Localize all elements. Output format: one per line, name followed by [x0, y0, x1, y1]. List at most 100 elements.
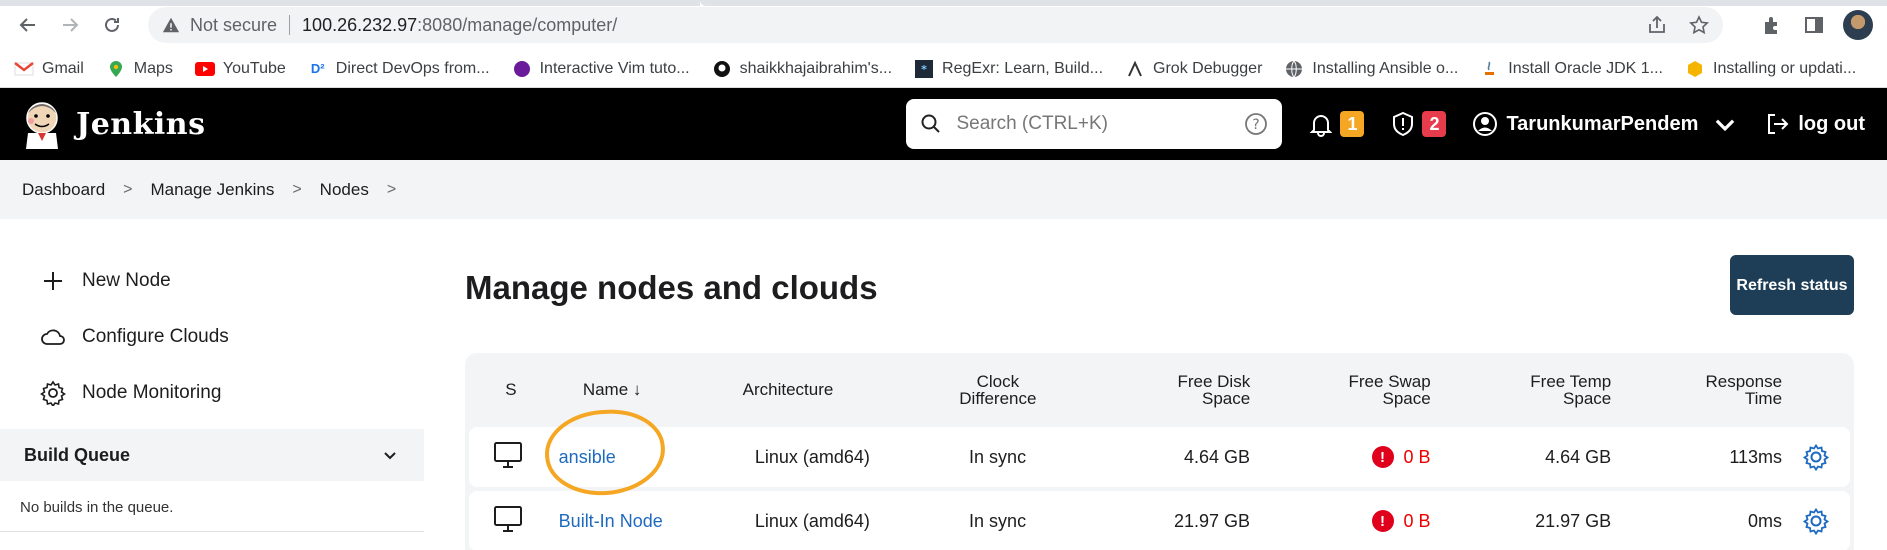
bookmark-item[interactable]: Installing Ansible o...	[1284, 60, 1458, 78]
bookmark-item[interactable]: YouTube	[194, 59, 286, 78]
side-panel-icon[interactable]	[1803, 14, 1825, 36]
browser-toolbar: Not secure 100.26.232.97:8080/manage/com…	[0, 0, 1887, 50]
col-clock-line1: Clock	[976, 372, 1020, 391]
breadcrumb-manage-jenkins[interactable]: Manage Jenkins	[151, 180, 275, 200]
jenkins-title: Jenkins	[76, 106, 206, 142]
browser-profile-avatar[interactable]	[1843, 10, 1873, 40]
help-icon[interactable]: ?	[1244, 112, 1268, 136]
search-box[interactable]: ?	[906, 99, 1283, 149]
col-name[interactable]: Name ↓	[547, 380, 721, 400]
bookmark-label: Installing or updati...	[1713, 59, 1857, 77]
bookmark-item[interactable]: Gmail	[14, 60, 84, 78]
java-icon	[1480, 60, 1500, 78]
notifications-button[interactable]: 1	[1308, 111, 1365, 137]
computer-icon	[493, 441, 522, 468]
address-bar[interactable]: Not secure 100.26.232.97:8080/manage/com…	[148, 7, 1723, 43]
plus-icon	[44, 272, 62, 290]
bookmark-label: shaikkhajaibrahim's...	[739, 59, 893, 77]
node-architecture: Linux (amd64)	[754, 510, 870, 531]
col-architecture[interactable]: Architecture	[721, 380, 901, 400]
node-free-disk: 4.64 GB	[1183, 446, 1250, 467]
extensions-icon[interactable]	[1761, 14, 1783, 36]
col-free-temp[interactable]: Free Temp Space	[1431, 372, 1612, 407]
bookmark-label: Install Oracle JDK 1...	[1508, 59, 1663, 77]
col-clock-difference[interactable]: Clock Difference	[901, 373, 1095, 407]
new-node-label: New Node	[82, 270, 171, 291]
col-resp-line1: Response	[1705, 372, 1783, 391]
node-monitoring-link[interactable]: Node Monitoring	[0, 365, 424, 421]
grok-icon	[1125, 60, 1145, 78]
bookmark-item[interactable]: Installing or updati...	[1685, 60, 1856, 78]
aws-icon	[1685, 60, 1705, 78]
node-free-swap-cell: ! 0 B	[1250, 510, 1431, 533]
divider	[0, 531, 424, 532]
bookmark-item[interactable]: Install Oracle JDK 1...	[1480, 60, 1663, 78]
chevron-down-icon[interactable]	[382, 447, 398, 463]
bookmark-item[interactable]: Interactive Vim tuto...	[512, 60, 690, 78]
node-free-swap: ! 0 B	[1371, 446, 1431, 469]
search-input[interactable]	[956, 113, 1245, 135]
nodes-table: S Name ↓ Architecture Clock Difference Fr…	[465, 353, 1854, 550]
node-response-time: 0ms	[1748, 510, 1783, 531]
cloud-icon	[41, 329, 65, 345]
bookmark-item[interactable]: * RegExr: Learn, Build...	[914, 59, 1103, 78]
security-button[interactable]: 2	[1390, 111, 1447, 137]
error-icon: !	[1371, 446, 1394, 469]
col-status[interactable]: S	[469, 380, 547, 400]
notifications-badge: 1	[1340, 111, 1365, 137]
not-secure-label: Not secure	[190, 14, 278, 35]
col-free-disk[interactable]: Free Disk Space	[1095, 373, 1250, 407]
configure-clouds-link[interactable]: Configure Clouds	[0, 309, 424, 365]
col-response-time[interactable]: Response Time	[1611, 373, 1782, 407]
bookmark-label: Direct DevOps from...	[335, 59, 490, 77]
node-status-cell	[469, 440, 547, 475]
col-name-label: Name	[582, 380, 629, 399]
bookmark-star-icon[interactable]	[1689, 15, 1709, 35]
bookmark-label: Maps	[133, 59, 173, 77]
col-free-swap[interactable]: Free Swap Space	[1250, 373, 1431, 407]
github-icon	[712, 60, 732, 78]
user-icon	[1473, 112, 1498, 136]
col-temp-line1: Free Temp	[1530, 372, 1612, 391]
bookmark-label: Interactive Vim tuto...	[539, 59, 690, 77]
bookmarks-bar: Gmail Maps YouTube D² Direct DevOps from... I…	[0, 50, 1887, 88]
new-node-link[interactable]: New Node	[0, 253, 424, 309]
build-queue-header[interactable]: Build Queue	[0, 429, 424, 481]
user-menu[interactable]: TarunkumarPendem	[1472, 111, 1738, 137]
back-button[interactable]	[14, 11, 42, 39]
url-host: 100.26.232.97	[302, 14, 418, 35]
build-queue-title: Build Queue	[24, 444, 131, 465]
bookmark-item[interactable]: Grok Debugger	[1125, 60, 1262, 78]
forward-button[interactable]	[56, 11, 84, 39]
node-config-button[interactable]	[1782, 443, 1850, 471]
node-clock-difference: In sync	[969, 510, 1027, 531]
refresh-status-button[interactable]: Refresh status	[1730, 255, 1854, 315]
breadcrumb-dashboard[interactable]: Dashboard	[22, 180, 105, 200]
reload-button[interactable]	[98, 11, 126, 39]
svg-text:*: *	[921, 63, 927, 76]
search-icon	[921, 114, 941, 133]
node-monitoring-label: Node Monitoring	[82, 382, 222, 403]
devops-icon: D²	[310, 61, 325, 76]
bookmark-item[interactable]: Maps	[106, 60, 173, 78]
breadcrumb-nodes[interactable]: Nodes	[320, 180, 369, 200]
bookmark-item[interactable]: D² Direct DevOps from...	[308, 60, 490, 78]
logout-button[interactable]: log out	[1764, 111, 1865, 137]
node-name-link[interactable]: Built-In Node	[547, 512, 720, 530]
computer-icon	[493, 505, 522, 532]
bookmark-label: YouTube	[222, 59, 286, 77]
forward-arrow-icon	[63, 18, 79, 32]
gmail-icon	[14, 60, 34, 78]
youtube-icon	[194, 60, 215, 78]
node-response-time: 113ms	[1729, 446, 1783, 467]
bookmark-item[interactable]: shaikkhajaibrahim's...	[712, 60, 892, 78]
share-icon[interactable]	[1647, 15, 1667, 35]
page-title: Manage nodes and clouds	[465, 269, 878, 306]
node-config-button[interactable]	[1782, 507, 1850, 535]
breadcrumb-separator[interactable]: >	[387, 181, 396, 199]
jenkins-home-link[interactable]: Jenkins	[22, 99, 205, 149]
col-resp-line2: Time	[1744, 389, 1783, 408]
jenkins-header: Jenkins ? 1 2 TarunkumarPendem log out	[0, 88, 1887, 160]
sidebar: New Node Configure Clouds Node Monitorin…	[0, 219, 424, 550]
security-badge: 2	[1422, 111, 1447, 137]
